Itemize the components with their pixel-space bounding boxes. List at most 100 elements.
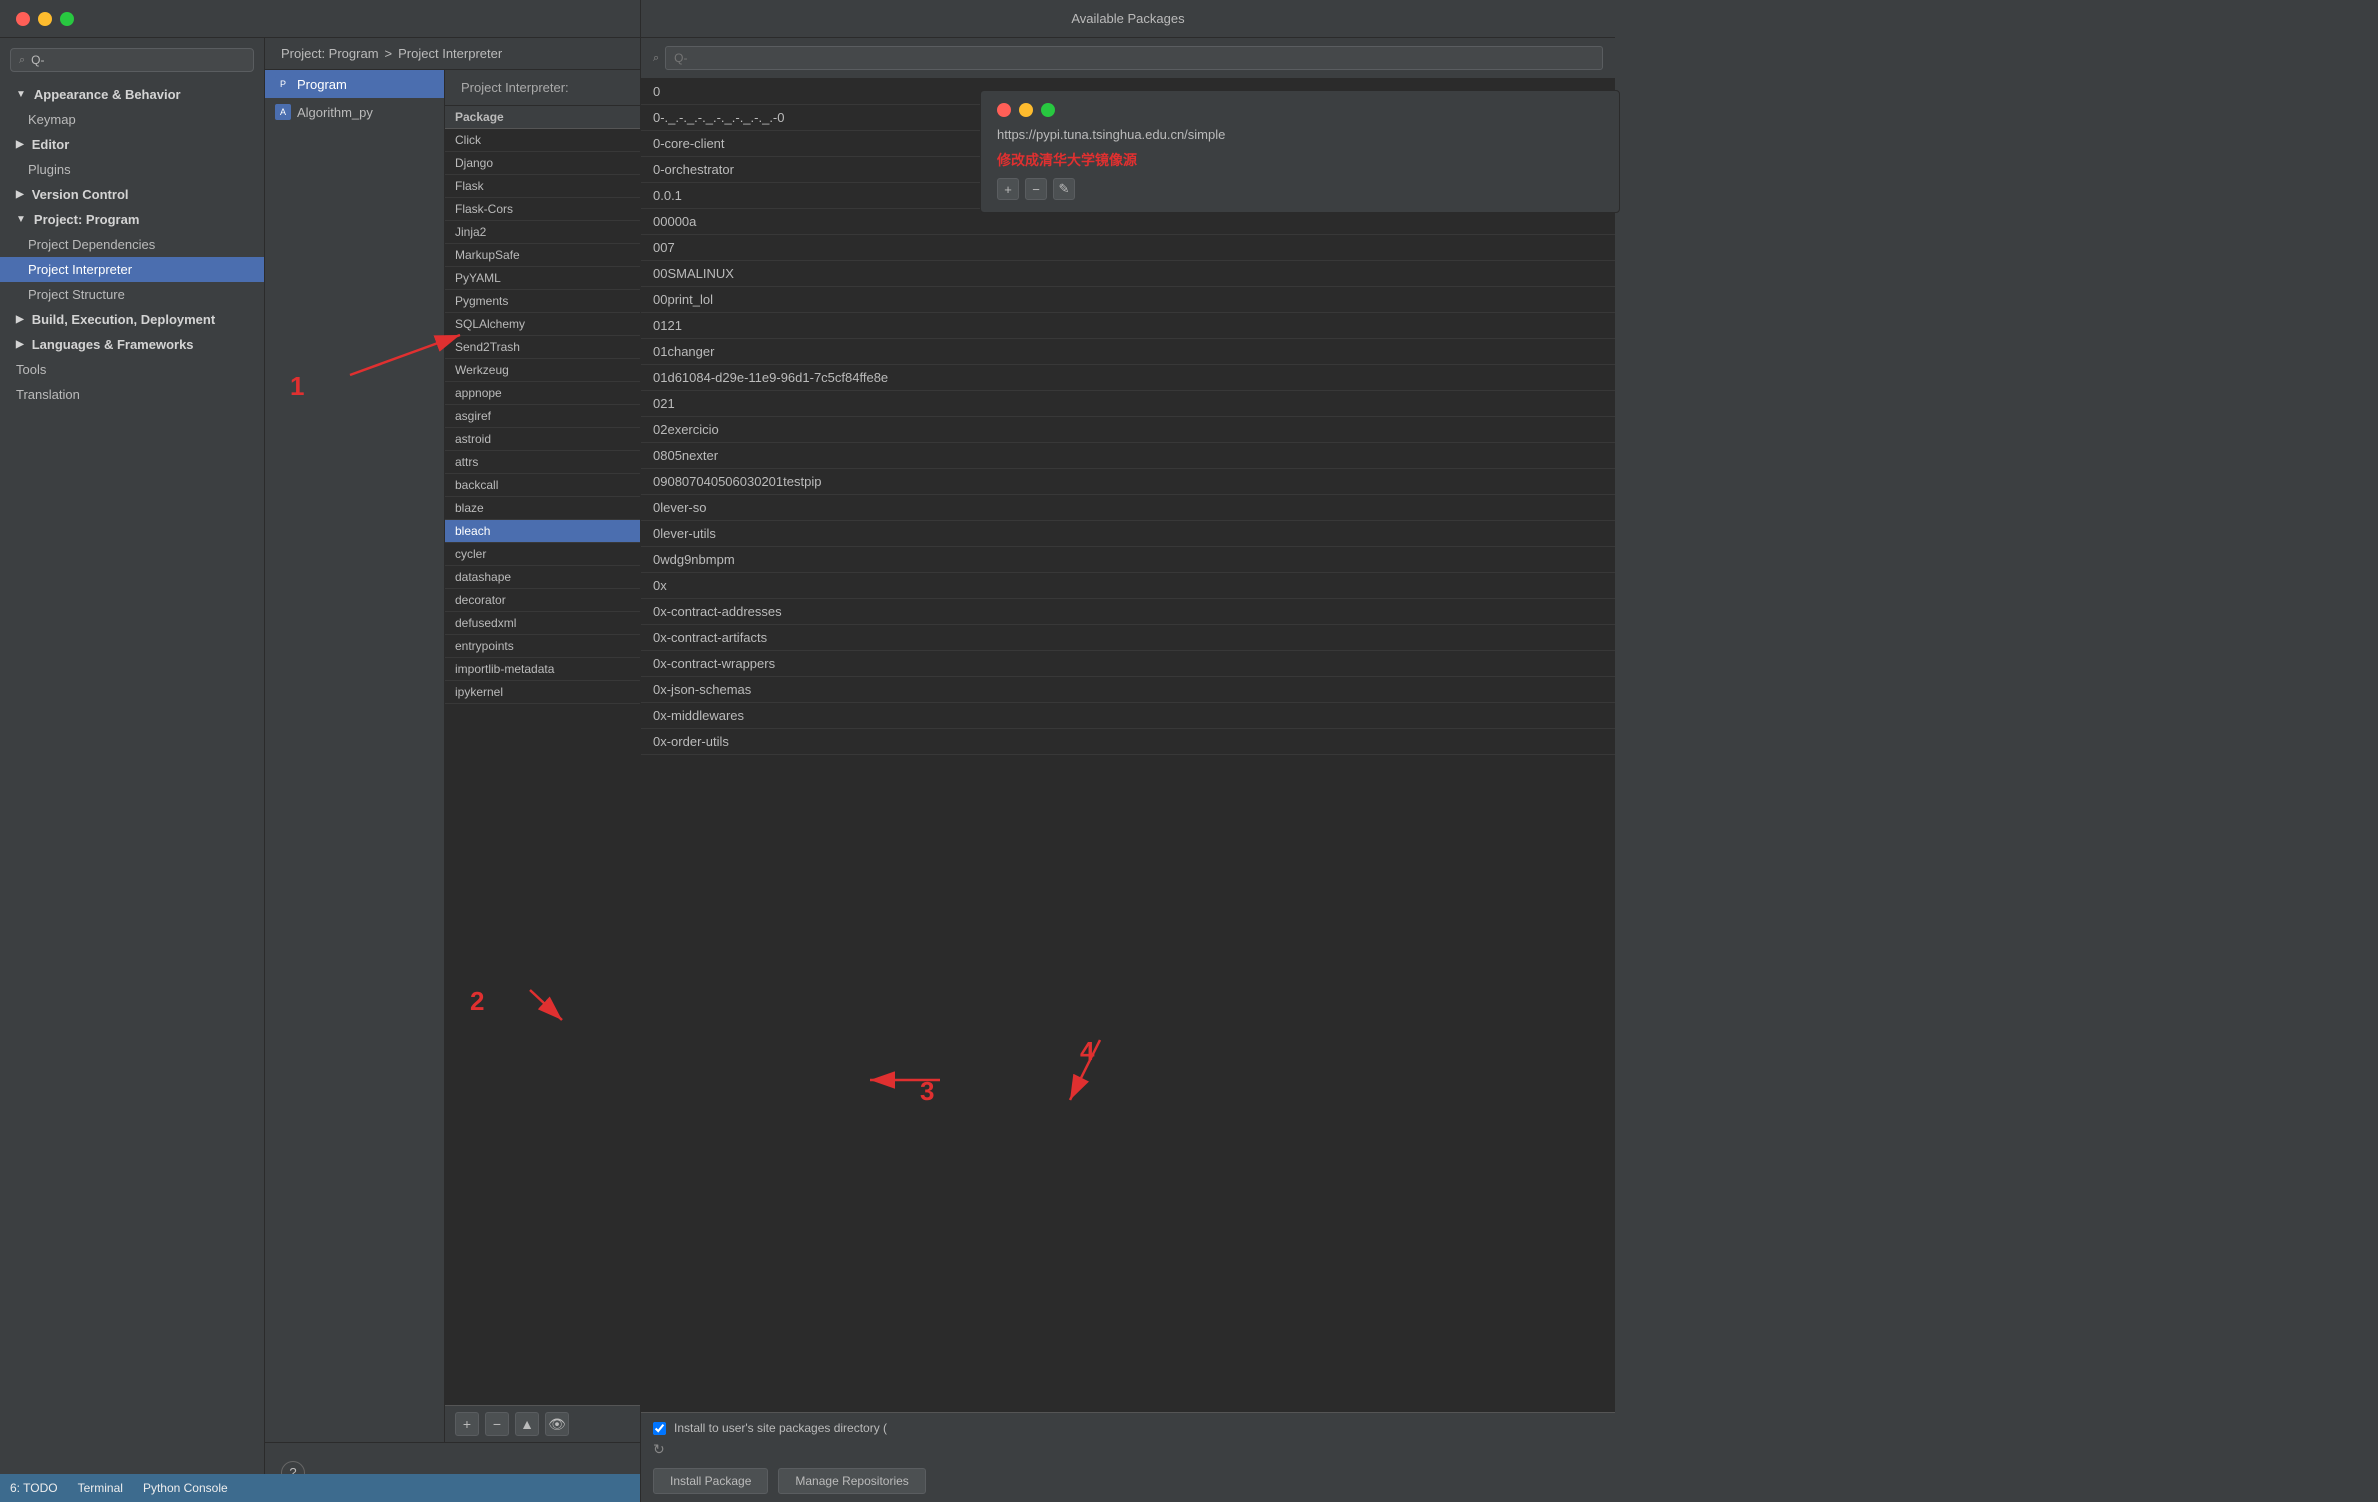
avail-bottom-bar: Install to user's site packages director…: [641, 1412, 1615, 1502]
search-icon: ⌕: [19, 54, 25, 67]
install-label: Install to user's site packages director…: [674, 1421, 887, 1435]
interpreter-label: Project Interpreter:: [461, 80, 569, 95]
available-package-row[interactable]: 090807040506030201testpip: [641, 469, 1615, 495]
sidebar-item-vcs[interactable]: ▶ Version Control: [0, 182, 264, 207]
available-package-row[interactable]: 0x-contract-wrappers: [641, 651, 1615, 677]
available-package-row[interactable]: 0x: [641, 573, 1615, 599]
add-package-button[interactable]: +: [455, 1412, 479, 1436]
sidebar-item-languages[interactable]: ▶ Languages & Frameworks: [0, 332, 264, 357]
sidebar-item-plugins[interactable]: Plugins: [0, 157, 264, 182]
available-package-row[interactable]: 0805nexter: [641, 443, 1615, 469]
maximize-button[interactable]: [60, 12, 74, 26]
project-item-algorithm[interactable]: A Algorithm_py: [265, 98, 444, 126]
sidebar-item-tools[interactable]: Tools: [0, 357, 264, 382]
python-console-label: Python Console: [143, 1481, 228, 1495]
sidebar-item-project-deps[interactable]: Project Dependencies: [0, 232, 264, 257]
avail-search-input[interactable]: [665, 46, 1603, 70]
sidebar-item-build[interactable]: ▶ Build, Execution, Deployment: [0, 307, 264, 332]
available-package-row[interactable]: 0wdg9nbmpm: [641, 547, 1615, 573]
available-packages-window: Available Packages ⌕ 00-._.-._.-._.-._.-…: [640, 0, 1615, 1502]
available-package-row[interactable]: 00SMALINUX: [641, 261, 1615, 287]
url-max-btn[interactable]: [1041, 103, 1055, 117]
available-package-row[interactable]: 0lever-utils: [641, 521, 1615, 547]
avail-action-buttons: Install Package Manage Repositories: [653, 1468, 1603, 1494]
avail-packages-list[interactable]: 00-._.-._.-._.-._.-._.-._.-00-core-clien…: [641, 79, 1615, 1412]
available-package-row[interactable]: 007: [641, 235, 1615, 261]
url-add-btn[interactable]: +: [997, 178, 1019, 200]
project-item-program[interactable]: P Program: [265, 70, 444, 98]
sidebar-search[interactable]: ⌕ Q-: [10, 48, 254, 72]
url-remove-btn[interactable]: −: [1025, 178, 1047, 200]
arrow-icon: ▶: [16, 339, 24, 350]
sidebar-item-project-interpreter[interactable]: Project Interpreter: [0, 257, 264, 282]
install-checkbox[interactable]: [653, 1422, 666, 1435]
breadcrumb-part2: Project Interpreter: [398, 46, 502, 61]
todo-label: 6: TODO: [10, 1481, 58, 1495]
sidebar-nav: ▼ Appearance & Behavior Keymap ▶ Editor …: [0, 82, 264, 407]
sidebar-label: Keymap: [28, 112, 76, 127]
available-package-row[interactable]: 01d61084-d29e-11e9-96d1-7c5cf84ffe8e: [641, 365, 1615, 391]
sidebar-label: Project Interpreter: [28, 262, 132, 277]
available-package-row[interactable]: 0121: [641, 313, 1615, 339]
manage-repositories-button[interactable]: Manage Repositories: [778, 1468, 925, 1494]
sidebar-item-project-structure[interactable]: Project Structure: [0, 282, 264, 307]
url-text: https://pypi.tuna.tsinghua.edu.cn/simple: [997, 127, 1603, 142]
sidebar-label: Translation: [16, 387, 80, 402]
project-panel: P Program A Algorithm_py: [265, 70, 445, 1442]
avail-window-title: Available Packages: [1071, 11, 1184, 26]
sidebar-label: Build, Execution, Deployment: [32, 312, 215, 327]
url-close-btn[interactable]: [997, 103, 1011, 117]
show-package-button[interactable]: 👁: [545, 1412, 569, 1436]
refresh-icon: ↻: [653, 1441, 665, 1458]
sidebar-label: Appearance & Behavior: [34, 87, 181, 102]
arrow-icon: ▶: [16, 189, 24, 200]
arrow-icon: ▼: [16, 89, 26, 100]
close-button[interactable]: [16, 12, 30, 26]
sidebar-item-translation[interactable]: Translation: [0, 382, 264, 407]
available-package-row[interactable]: 0x-contract-artifacts: [641, 625, 1615, 651]
status-todo[interactable]: 6: TODO: [10, 1481, 58, 1495]
available-package-row[interactable]: 0x-order-utils: [641, 729, 1615, 755]
install-package-button[interactable]: Install Package: [653, 1468, 768, 1494]
avail-search-bar: ⌕: [641, 38, 1615, 79]
install-checkbox-row: Install to user's site packages director…: [653, 1421, 1603, 1435]
breadcrumb-part1: Project: Program: [281, 46, 379, 61]
url-toolbar: + − ✎: [997, 178, 1603, 200]
sidebar-item-keymap[interactable]: Keymap: [0, 107, 264, 132]
url-edit-btn[interactable]: ✎: [1053, 178, 1075, 200]
window-controls: [16, 12, 74, 26]
breadcrumb-sep: >: [385, 46, 393, 61]
available-package-row[interactable]: 0x-json-schemas: [641, 677, 1615, 703]
project-item-label: Program: [297, 77, 347, 92]
url-min-btn[interactable]: [1019, 103, 1033, 117]
arrow-icon: ▶: [16, 139, 24, 150]
search-placeholder: Q-: [31, 53, 44, 67]
sidebar-label: Languages & Frameworks: [32, 337, 194, 352]
upgrade-package-button[interactable]: ▲: [515, 1412, 539, 1436]
available-package-row[interactable]: 021: [641, 391, 1615, 417]
avail-title-bar: Available Packages: [641, 0, 1615, 38]
available-package-row[interactable]: 01changer: [641, 339, 1615, 365]
project-file-icon: P: [275, 76, 291, 92]
available-package-row[interactable]: 00print_lol: [641, 287, 1615, 313]
url-note: 修改成清华大学镜像源: [997, 150, 1603, 170]
status-terminal[interactable]: Terminal: [78, 1481, 123, 1495]
sidebar-item-project[interactable]: ▼ Project: Program: [0, 207, 264, 232]
sidebar: ⌕ Q- ▼ Appearance & Behavior Keymap ▶ Ed…: [0, 38, 265, 1502]
sidebar-label: Project: Program: [34, 212, 139, 227]
arrow-icon: ▶: [16, 314, 24, 325]
available-package-row[interactable]: 02exercicio: [641, 417, 1615, 443]
available-package-row[interactable]: 0lever-so: [641, 495, 1615, 521]
minimize-button[interactable]: [38, 12, 52, 26]
available-package-row[interactable]: 0x-contract-addresses: [641, 599, 1615, 625]
available-package-row[interactable]: 0x-middlewares: [641, 703, 1615, 729]
sidebar-label: Version Control: [32, 187, 129, 202]
status-python-console[interactable]: Python Console: [143, 1481, 228, 1495]
sidebar-item-appearance[interactable]: ▼ Appearance & Behavior: [0, 82, 264, 107]
sidebar-label: Project Structure: [28, 287, 125, 302]
sidebar-item-editor[interactable]: ▶ Editor: [0, 132, 264, 157]
sidebar-label: Plugins: [28, 162, 71, 177]
remove-package-button[interactable]: −: [485, 1412, 509, 1436]
url-overlay: https://pypi.tuna.tsinghua.edu.cn/simple…: [980, 90, 1620, 213]
arrow-icon: ▼: [16, 214, 26, 225]
